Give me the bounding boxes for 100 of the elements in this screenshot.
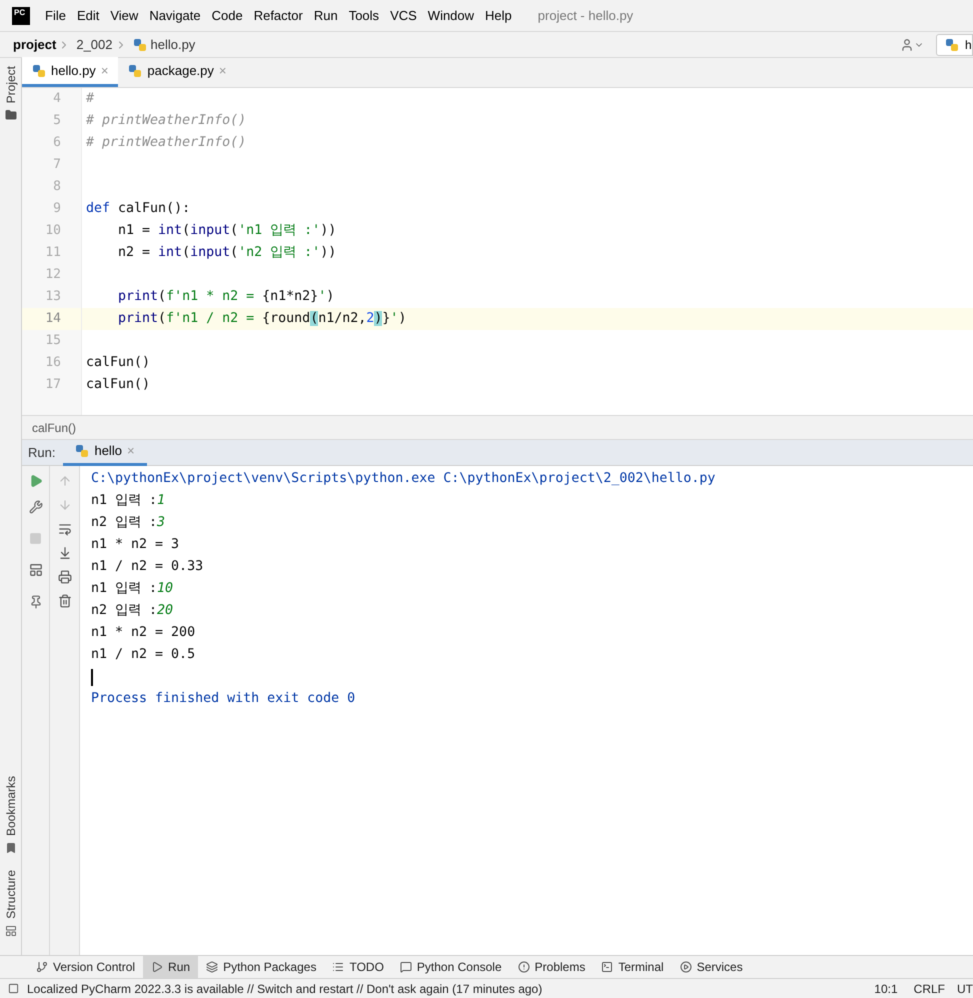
menu-item[interactable]: Tools <box>348 6 380 26</box>
folder-icon[interactable] <box>4 109 16 122</box>
console-output: n1 * n2 = 3 <box>91 536 180 554</box>
code-line: # <box>86 90 94 108</box>
python-file-icon <box>75 444 90 458</box>
line-number: 6 <box>53 134 61 152</box>
code-line: def calFun(): <box>86 200 190 218</box>
window-title: project - hello.py <box>538 6 634 25</box>
vcs-icon <box>36 961 48 973</box>
line-number: 9 <box>53 200 61 218</box>
menu-item[interactable]: Run <box>314 6 338 26</box>
tool-window-button[interactable]: Terminal <box>593 956 672 978</box>
python-file-icon <box>32 64 46 78</box>
line-number: 5 <box>53 112 61 130</box>
tool-window-button[interactable]: TODO <box>324 956 392 978</box>
line-number: 11 <box>45 244 61 262</box>
breadcrumb-item[interactable]: 2_002 <box>76 34 112 54</box>
scroll-to-end-icon[interactable] <box>58 546 72 560</box>
typed-input-text: 3 <box>157 514 166 532</box>
encoding[interactable]: UT <box>957 980 973 998</box>
structure-icon[interactable] <box>4 925 16 937</box>
trash-icon[interactable] <box>58 594 72 608</box>
line-number: 13 <box>45 288 61 306</box>
editor-tab[interactable]: package.py × <box>118 57 236 87</box>
code-line: n1 = int(input('n1 입력 :')) <box>117 222 336 240</box>
menu-item[interactable]: Navigate <box>149 6 201 26</box>
breadcrumb-item[interactable]: project <box>13 34 56 54</box>
tool-window-button[interactable]: Python Packages <box>198 956 324 978</box>
bookmark-icon[interactable] <box>4 842 16 854</box>
user-icon[interactable] <box>900 38 924 52</box>
python-file-icon <box>945 38 959 52</box>
code-line: n2 = int(input('n2 입력 :')) <box>117 244 336 262</box>
tool-window-button[interactable]: Version Control <box>28 956 144 978</box>
tool-window-tab[interactable]: Bookmarks <box>2 776 20 836</box>
menu-item[interactable]: VCS <box>390 6 417 26</box>
menu-item[interactable]: Help <box>485 6 512 26</box>
console-icon <box>400 961 412 973</box>
editor-tab[interactable]: hello.py × <box>22 57 118 87</box>
python-file-icon <box>132 38 146 52</box>
console-output: C:\pythonEx\project\venv\Scripts\python.exe C:\pythonEx\project\2_002\hello.py <box>91 470 716 488</box>
print-icon[interactable] <box>58 570 72 584</box>
panel-label: Run: <box>28 444 56 462</box>
tool-window-button[interactable]: Run <box>143 956 198 978</box>
menu-item[interactable]: View <box>110 6 138 26</box>
typed-input-text: 10 <box>157 580 174 598</box>
console-output: n1 * n2 = 200 <box>91 624 196 642</box>
code-line: calFun() <box>86 354 150 372</box>
run-icon <box>151 961 164 973</box>
tool-window-button[interactable]: Services <box>672 956 751 978</box>
console-output: n1 / n2 = 0.33 <box>91 558 204 576</box>
line-number: 14 <box>45 310 61 328</box>
menu-item[interactable]: Edit <box>76 6 100 26</box>
tool-window-tab[interactable]: Structure <box>2 870 20 919</box>
wrap-icon[interactable] <box>58 522 72 536</box>
line-number: 17 <box>45 376 61 394</box>
layout-icon[interactable] <box>28 563 42 577</box>
wrench-icon[interactable] <box>28 500 42 514</box>
menu-item[interactable]: Refactor <box>254 6 303 26</box>
menu-item[interactable]: Window <box>428 6 474 26</box>
status-icon[interactable] <box>8 983 19 994</box>
services-icon <box>680 961 692 973</box>
run-icon[interactable] <box>28 474 42 488</box>
console-output: n1 / n2 = 0.5 <box>91 646 196 664</box>
tool-window-button[interactable]: Python Console <box>392 956 510 978</box>
menu-item[interactable]: File <box>45 6 66 26</box>
code-line: # printWeatherInfo() <box>86 112 246 130</box>
typed-input-text: 1 <box>157 492 166 510</box>
line-number: 8 <box>53 178 61 196</box>
cursor-position[interactable]: 10:1 <box>874 980 898 998</box>
code-line: # printWeatherInfo() <box>86 134 246 152</box>
code-line: calFun() <box>86 376 150 394</box>
code-line: print(f'n1 * n2 = {n1*n2}') <box>117 288 334 306</box>
typed-input-text: 20 <box>157 602 174 620</box>
editor-breadcrumb[interactable]: calFun() <box>32 418 76 436</box>
line-number: 10 <box>45 222 61 240</box>
packages-icon <box>206 961 218 973</box>
run-config-selector[interactable]: h <box>936 34 973 56</box>
line-number: 12 <box>45 266 61 284</box>
line-ending[interactable]: CRLF <box>914 980 945 998</box>
terminal-icon <box>601 961 614 973</box>
console-output: Process finished with exit code 0 <box>91 690 356 708</box>
status-message[interactable]: Localized PyCharm 2022.3.3 is available // Switch and restart // Don't ask again (17 minutes ago) <box>27 980 542 998</box>
menu-item[interactable]: Code <box>212 6 243 26</box>
line-number: 7 <box>53 156 61 174</box>
python-file-icon <box>128 64 142 78</box>
code-line: print(f'n1 / n2 = {round(n1/n2,2)}') <box>117 310 406 328</box>
console-output: n1 입력 : <box>91 492 158 510</box>
line-number: 4 <box>53 90 61 108</box>
pin-icon[interactable] <box>28 595 42 609</box>
line-number: 16 <box>45 354 61 372</box>
console-output: n2 입력 : <box>91 514 158 532</box>
tool-window-tab[interactable]: Project <box>2 66 20 104</box>
line-number: 15 <box>45 332 61 350</box>
text-cursor <box>91 668 93 686</box>
breadcrumb-item[interactable]: hello.py <box>150 34 196 54</box>
console-output: n1 입력 : <box>91 580 158 598</box>
console-output: n2 입력 : <box>91 602 158 620</box>
problems-icon <box>518 961 530 973</box>
tool-window-button[interactable]: Problems <box>510 956 594 978</box>
app-logo: PC <box>12 6 30 24</box>
